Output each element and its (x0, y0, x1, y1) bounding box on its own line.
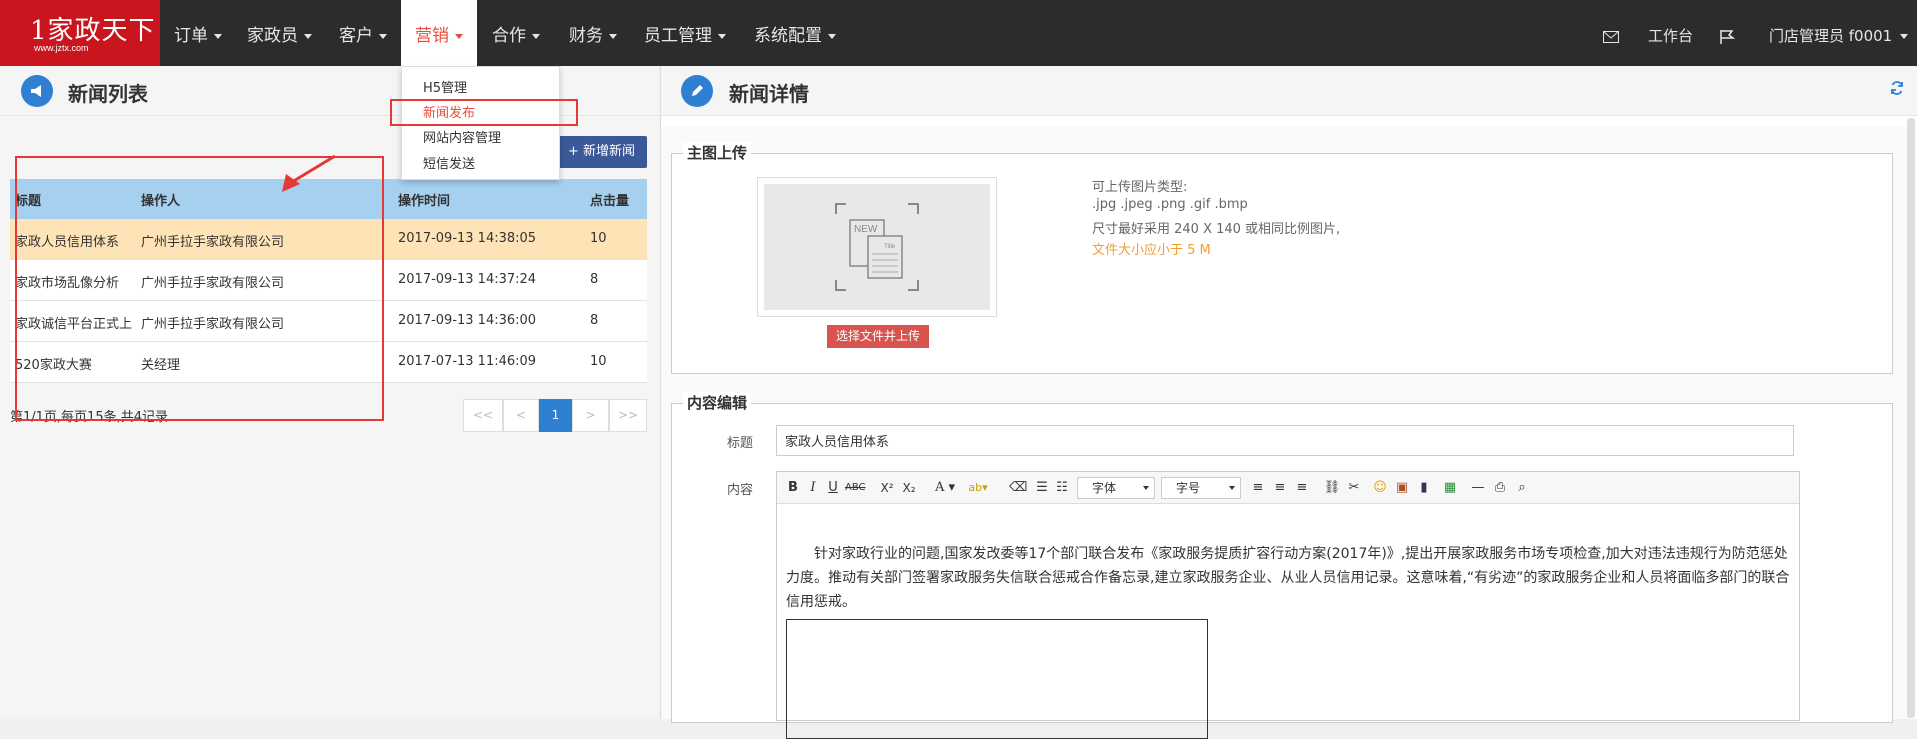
editor-toolbar: B I U ABC X² X₂ A ▾ ab▾ ⌫ ☰ ☷ 字体 字号 ≡ ≡ … (777, 472, 1799, 504)
chevron-down-icon (532, 33, 540, 39)
nav-system-config[interactable]: 系统配置 (740, 0, 850, 66)
chevron-down-icon (379, 33, 387, 39)
nav-finance[interactable]: 财务 (555, 0, 631, 66)
upload-button[interactable]: 选择文件并上传 (827, 325, 929, 348)
top-navbar: 1家政天下 www.jztx.com 订单 家政员 客户 营销 合作 财务 员工… (0, 0, 1917, 66)
image-icon[interactable]: ▣ (1393, 478, 1411, 498)
annotation-arrow (282, 154, 336, 192)
page-current-button[interactable]: 1 (539, 399, 572, 432)
column-time[interactable]: 操作时间 (398, 190, 450, 209)
font-size-select[interactable]: 字号 (1161, 477, 1241, 499)
add-news-button[interactable]: + 新增新闻 (556, 136, 647, 168)
logo-url: www.jztx.com (34, 43, 89, 53)
upload-size-hint: 文件大小应小于 5 M (1092, 243, 1211, 258)
video-icon[interactable]: ▮ (1415, 478, 1433, 498)
refresh-icon[interactable] (1890, 80, 1904, 99)
pencil-icon (681, 75, 713, 107)
font-family-select[interactable]: 字体 (1077, 477, 1155, 499)
nav-staff-management[interactable]: 员工管理 (630, 0, 740, 66)
chevron-down-icon (718, 33, 726, 39)
chevron-down-icon (304, 33, 312, 39)
underline-icon[interactable]: U (825, 478, 841, 498)
news-list-panel: 新闻列表 + 新增新闻 标题 操作人 操作时间 点击量 家政人员信用体系 广州手… (0, 66, 659, 719)
unlink-icon[interactable]: ✂ (1345, 478, 1363, 498)
chevron-down-icon (214, 33, 222, 39)
link-icon[interactable]: ⛓ (1323, 478, 1341, 498)
upload-legend: 主图上传 (683, 142, 752, 163)
column-clicks[interactable]: 点击量 (590, 190, 629, 209)
flag-icon[interactable] (1719, 0, 1737, 66)
rich-text-editor[interactable]: B I U ABC X² X₂ A ▾ ab▾ ⌫ ☰ ☷ 字体 字号 ≡ ≡ … (776, 471, 1800, 739)
superscript-icon[interactable]: X² (877, 478, 897, 498)
editor-content[interactable]: 针对家政行业的问题,国家发改委等17个部门联合发布《家政服务提质扩容行动方案(2… (786, 542, 1790, 614)
detail-title: 新闻详情 (729, 82, 809, 106)
placeholder-new-label: NEW (854, 224, 878, 235)
title-label: 标题 (727, 436, 754, 451)
unordered-list-icon[interactable]: ☷ (1053, 478, 1071, 498)
news-detail-header: 新闻详情 (661, 66, 1917, 116)
annotation-highlight-box (390, 99, 578, 126)
bold-icon[interactable]: B (785, 478, 801, 498)
editor-embedded-box[interactable] (786, 619, 1208, 739)
ordered-list-icon[interactable]: ☰ (1033, 478, 1051, 498)
image-placeholder: NEW Title (764, 184, 990, 310)
vertical-scrollbar[interactable] (1907, 118, 1915, 718)
chevron-down-icon (1229, 486, 1235, 490)
chevron-down-icon (1143, 486, 1149, 490)
print-icon[interactable]: ⎙ (1491, 478, 1509, 498)
content-label: 内容 (727, 483, 754, 498)
insert-picture-icon[interactable]: ▦ (1441, 478, 1459, 498)
menu-item-website-content[interactable]: 网站内容管理 (423, 127, 501, 146)
page-last-button[interactable]: >> (609, 399, 647, 432)
eraser-icon[interactable]: ⌫ (1009, 478, 1027, 498)
highlight-color-icon[interactable]: ab▾ (963, 478, 993, 498)
menu-item-sms[interactable]: 短信发送 (423, 153, 475, 172)
chevron-down-icon (609, 33, 617, 39)
upload-hint: .jpg .jpeg .png .gif .bmp (1092, 197, 1248, 212)
workbench-link[interactable]: 工作台 (1648, 0, 1693, 66)
menu-item-h5[interactable]: H5管理 (423, 77, 467, 96)
chevron-down-icon (828, 33, 836, 39)
user-menu[interactable]: 门店管理员 f0001 (1769, 0, 1909, 66)
page-next-button[interactable]: > (572, 399, 609, 432)
content-legend: 内容编辑 (683, 392, 752, 413)
strikethrough-icon[interactable]: ABC (845, 478, 866, 498)
nav-marketing[interactable]: 营销 (401, 0, 477, 66)
nav-customers[interactable]: 客户 (325, 0, 401, 66)
image-preview: NEW Title (757, 177, 997, 317)
align-right-icon[interactable]: ≡ (1293, 478, 1311, 498)
nav-cooperation[interactable]: 合作 (478, 0, 554, 66)
brand-logo[interactable]: 1家政天下 www.jztx.com (0, 0, 160, 66)
nav-orders[interactable]: 订单 (160, 0, 236, 66)
placeholder-title-label: Title (884, 244, 896, 250)
nav-housekeepers[interactable]: 家政员 (233, 0, 326, 66)
horizontal-rule-icon[interactable]: — (1469, 478, 1487, 498)
mail-icon[interactable] (1603, 0, 1619, 66)
align-left-icon[interactable]: ≡ (1249, 478, 1267, 498)
preview-icon[interactable]: ⌕ (1513, 478, 1531, 498)
emoticon-icon[interactable]: ☺ (1371, 478, 1389, 498)
upload-hint: 可上传图片类型: (1092, 180, 1188, 195)
title-input[interactable] (776, 425, 1794, 456)
chevron-down-icon (455, 33, 463, 39)
logo-text: 1家政天下 (30, 16, 156, 46)
subscript-icon[interactable]: X₂ (899, 478, 919, 498)
align-center-icon[interactable]: ≡ (1271, 478, 1289, 498)
page-first-button[interactable]: << (463, 399, 503, 432)
page-prev-button[interactable]: < (503, 399, 539, 432)
news-placeholder-icon: NEW Title (835, 203, 919, 291)
page-title: 新闻列表 (68, 82, 148, 106)
italic-icon[interactable]: I (805, 478, 821, 498)
upload-hint: 尺寸最好采用 240 X 140 或相同比例图片, (1092, 222, 1341, 237)
megaphone-icon (21, 75, 53, 107)
font-color-icon[interactable]: A ▾ (931, 478, 959, 498)
news-detail-panel: 新闻详情 主图上传 NEW Title 选择文件并上传 可上传图片类型: .jp… (660, 66, 1917, 739)
chevron-down-icon (1900, 34, 1909, 39)
